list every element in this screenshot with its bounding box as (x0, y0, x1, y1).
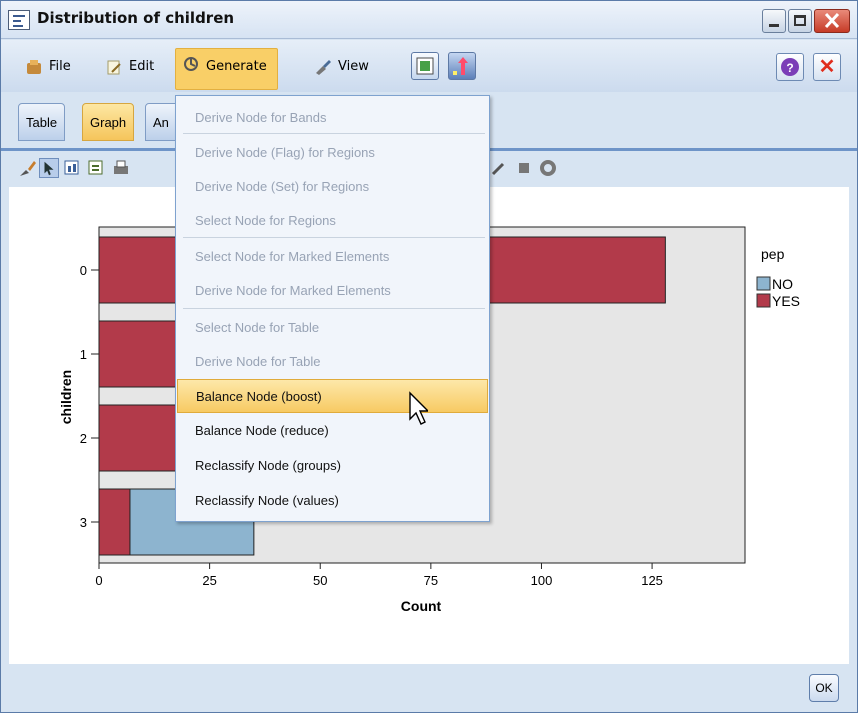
legend-label-yes: YES (772, 293, 800, 309)
menu-separator (183, 237, 485, 238)
generate-icon (184, 57, 198, 71)
menu-item-select-regions[interactable]: Select Node for Regions (177, 204, 488, 238)
export-node-icon (416, 57, 434, 75)
menu-item-balance-boost[interactable]: Balance Node (boost) (177, 379, 488, 413)
menu-file-label: File (49, 59, 71, 74)
svg-text:?: ? (786, 61, 793, 75)
help-icon: ? (781, 58, 799, 76)
bar-yes-children-3 (98, 488, 131, 556)
menu-item-select-table[interactable]: Select Node for Table (177, 311, 488, 345)
window-close-button[interactable] (814, 9, 850, 33)
menu-item-derive-marked[interactable]: Derive Node for Marked Elements (177, 274, 488, 308)
export-node-button[interactable] (411, 52, 439, 80)
bottom-bar: OK (9, 664, 849, 712)
maximize-button[interactable] (788, 9, 812, 33)
menu-generate[interactable]: Generate (175, 48, 278, 90)
menu-generate-label: Generate (206, 59, 267, 74)
menu-item-derive-table[interactable]: Derive Node for Table (177, 345, 488, 379)
menu-view-label: View (338, 59, 369, 74)
menu-bar: File Edit Generate View ? ✕ (1, 40, 857, 92)
menu-edit-label: Edit (129, 59, 155, 74)
x-tick-label: 75 (424, 573, 438, 588)
sort-icon (453, 57, 468, 75)
print-icon[interactable] (111, 158, 131, 178)
tab-table[interactable]: Table (18, 103, 66, 141)
tab-graph[interactable]: Graph (82, 103, 135, 141)
line-tool-icon[interactable] (489, 158, 509, 178)
legend-label-no: NO (772, 276, 793, 292)
x-tick-label: 50 (313, 573, 327, 588)
menu-item-reclassify-values[interactable]: Reclassify Node (values) (177, 484, 488, 518)
menu-separator (183, 133, 485, 134)
help-button[interactable]: ? (776, 53, 804, 81)
close-output-button[interactable]: ✕ (813, 53, 841, 81)
menu-edit[interactable]: Edit (99, 52, 154, 82)
view-icon (316, 60, 331, 75)
ok-button[interactable]: OK (809, 674, 839, 702)
menu-separator (183, 308, 485, 309)
app-window: Distribution of children File Edit Gener… (0, 0, 858, 713)
file-icon (27, 60, 41, 74)
menu-item-derive-set-regions[interactable]: Derive Node (Set) for Regions (177, 170, 488, 204)
y-axis-label: children (58, 370, 74, 424)
brush-icon[interactable] (17, 158, 37, 178)
menu-item-reclassify-groups[interactable]: Reclassify Node (groups) (177, 449, 488, 483)
y-tick-label: 3 (80, 515, 87, 530)
pointer-icon[interactable] (39, 158, 59, 178)
menu-file[interactable]: File (19, 52, 71, 82)
legend-title: pep (761, 246, 785, 262)
close-icon: ✕ (818, 56, 836, 78)
y-tick-label: 1 (80, 347, 87, 362)
title-bar: Distribution of children (1, 1, 857, 39)
minimize-button[interactable] (762, 9, 786, 33)
menu-item-derive-node-for-bands[interactable]: Derive Node for Bands (177, 101, 488, 135)
x-tick-label: 125 (641, 573, 663, 588)
sort-button[interactable] (448, 52, 476, 80)
legend-swatch-yes (756, 293, 771, 308)
menu-view[interactable]: View (308, 52, 369, 82)
copy-chart-icon[interactable] (63, 158, 83, 178)
edit-icon (107, 60, 121, 75)
ellipse-tool-icon[interactable] (538, 158, 558, 178)
rectangle-tool-icon[interactable] (514, 158, 534, 178)
menu-item-select-marked[interactable]: Select Node for Marked Elements (177, 240, 488, 274)
x-tick-label: 25 (202, 573, 216, 588)
x-tick-label: 100 (531, 573, 553, 588)
x-axis-label: Count (401, 598, 442, 614)
y-tick-label: 0 (80, 263, 87, 278)
menu-item-balance-reduce[interactable]: Balance Node (reduce) (177, 414, 488, 448)
x-tick-label: 0 (95, 573, 102, 588)
generate-dropdown-menu: Derive Node for Bands Derive Node (Flag)… (175, 95, 490, 522)
copy-data-icon[interactable] (87, 158, 107, 178)
chart-window-icon (8, 10, 30, 30)
mouse-cursor-icon (409, 391, 428, 425)
menu-item-derive-flag-regions[interactable]: Derive Node (Flag) for Regions (177, 136, 488, 170)
legend-swatch-no (756, 276, 771, 291)
y-tick-label: 2 (80, 431, 87, 446)
window-title: Distribution of children (37, 9, 235, 27)
